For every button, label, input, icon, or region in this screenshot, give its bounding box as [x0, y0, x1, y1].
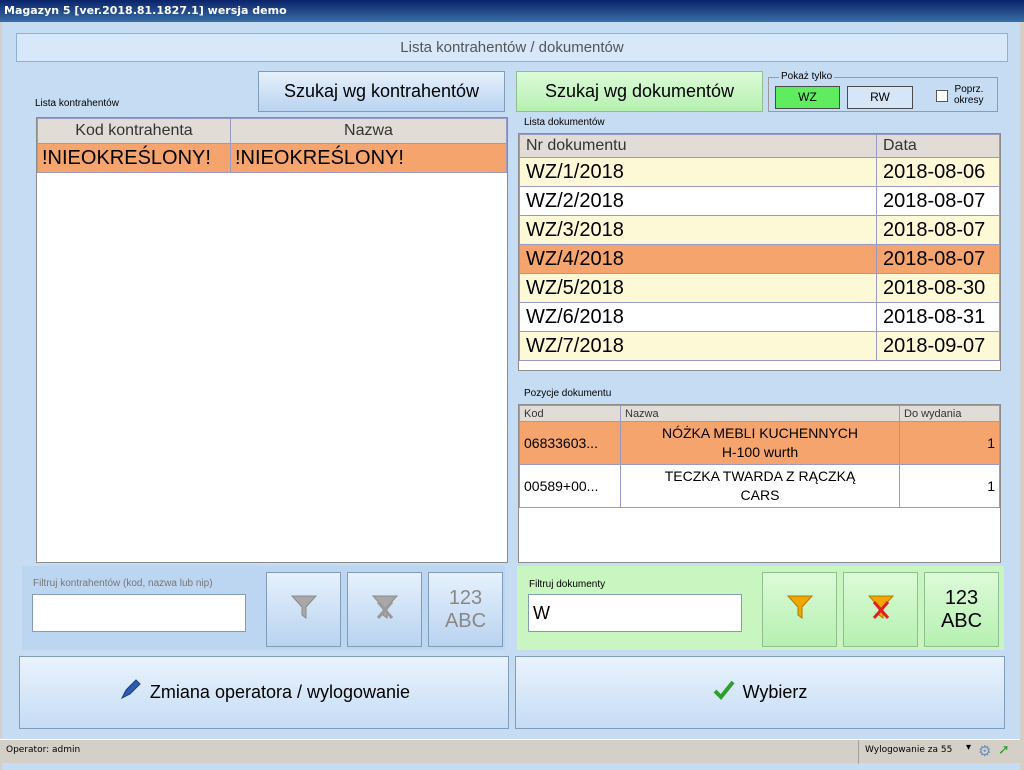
doc-date: 2018-08-30: [876, 273, 1000, 303]
table-row-selected[interactable]: 06833603... NÓŻKA MEBLI KUCHENNYCH H-100…: [519, 421, 1000, 465]
column-header-qty[interactable]: Do wydania: [899, 405, 1000, 422]
doc-number: WZ/3/2018: [519, 215, 877, 245]
status-divider: [858, 740, 859, 764]
keyboard-label-digits: 123: [448, 586, 483, 609]
column-header-date[interactable]: Data: [876, 134, 1000, 158]
pen-icon: [118, 678, 142, 707]
keyboard-label-letters: ABC: [940, 609, 983, 632]
position-code: 00589+00...: [519, 464, 621, 508]
position-name-line1: TECZKA TWARDA Z RĄCZKĄ: [664, 468, 856, 484]
page-title: Lista kontrahentów / dokumentów: [16, 33, 1008, 62]
table-row[interactable]: WZ/6/2018 2018-08-31: [519, 302, 1000, 332]
search-by-contractors-button[interactable]: Szukaj wg kontrahentów: [258, 71, 505, 112]
column-header-doc-number[interactable]: Nr dokumentu: [519, 134, 877, 158]
search-by-documents-button[interactable]: Szukaj wg dokumentów: [516, 71, 763, 112]
doc-number: WZ/6/2018: [519, 302, 877, 332]
position-qty: 1: [899, 421, 1000, 465]
position-name-line2: H-100 wurth: [721, 444, 799, 460]
previous-periods-label-line2: okresy: [954, 95, 984, 106]
checkmark-icon: [713, 679, 735, 706]
column-header-name[interactable]: Nazwa: [230, 118, 507, 144]
doc-date: 2018-08-07: [876, 215, 1000, 245]
status-logout-timer: Wylogowanie za 55: [865, 745, 953, 755]
documents-filter-input[interactable]: [528, 594, 742, 632]
funnel-icon: [289, 592, 319, 627]
position-qty: 1: [899, 464, 1000, 508]
apply-documents-filter-button[interactable]: [762, 572, 837, 647]
positions-label: Pozycje dokumentu: [524, 388, 612, 399]
exit-icon[interactable]: ➚: [998, 742, 1010, 758]
doc-date: 2018-08-31: [876, 302, 1000, 332]
clear-documents-filter-button[interactable]: [843, 572, 918, 647]
table-row[interactable]: WZ/2/2018 2018-08-07: [519, 186, 1000, 216]
position-name: NÓŻKA MEBLI KUCHENNYCH H-100 wurth: [620, 421, 900, 465]
doc-date: 2018-08-07: [876, 244, 1000, 274]
doc-number: WZ/7/2018: [519, 331, 877, 361]
table-row[interactable]: 00589+00... TECZKA TWARDA Z RĄCZKĄ CARS …: [519, 464, 1000, 508]
column-header-pos-code[interactable]: Kod: [519, 405, 621, 422]
previous-periods-label: Poprz. okresy: [954, 84, 983, 106]
table-row[interactable]: WZ/7/2018 2018-09-07: [519, 331, 1000, 361]
doc-number: WZ/5/2018: [519, 273, 877, 303]
change-operator-button[interactable]: Zmiana operatora / wylogowanie: [19, 656, 509, 729]
doc-number: WZ/1/2018: [519, 157, 877, 187]
documents-table: Nr dokumentu Data WZ/1/2018 2018-08-06 W…: [519, 134, 1000, 361]
column-header-code[interactable]: Kod kontrahenta: [37, 118, 231, 144]
dropdown-arrow-icon[interactable]: ▾: [966, 742, 971, 753]
contractors-table: Kod kontrahenta Nazwa !NIEOKREŚLONY! !NI…: [37, 118, 507, 173]
doc-number: WZ/2/2018: [519, 186, 877, 216]
documents-keyboard-button[interactable]: 123 ABC: [924, 572, 999, 647]
change-operator-label: Zmiana operatora / wylogowanie: [149, 682, 411, 702]
contractors-list[interactable]: Kod kontrahenta Nazwa !NIEOKREŚLONY! !NI…: [36, 117, 508, 563]
position-code: 06833603...: [519, 421, 621, 465]
positions-table: Kod Nazwa Do wydania 06833603... NÓŻKA M…: [519, 405, 1000, 508]
documents-filter-label: Filtruj dokumenty: [529, 579, 606, 590]
window-title: Magazyn 5 [ver.2018.81.1827.1] wersja de…: [0, 0, 1024, 22]
status-bar: Operator: admin Wylogowanie za 55 ▾ ⚙ ➚: [0, 739, 1020, 764]
previous-periods-checkbox[interactable]: [936, 90, 948, 102]
previous-periods-label-line1: Poprz.: [954, 84, 984, 95]
table-row-selected[interactable]: WZ/4/2018 2018-08-07: [519, 244, 1000, 274]
filter-wz-toggle[interactable]: WZ: [775, 86, 840, 109]
status-operator: Operator: admin: [6, 745, 81, 755]
table-row[interactable]: WZ/3/2018 2018-08-07: [519, 215, 1000, 245]
funnel-icon: [785, 592, 815, 627]
contractor-code: !NIEOKREŚLONY!: [37, 143, 231, 173]
contractor-name: !NIEOKREŚLONY!: [230, 143, 507, 173]
doc-date: 2018-08-06: [876, 157, 1000, 187]
select-label: Wybierz: [742, 682, 808, 702]
contractors-list-label: Lista kontrahentów: [35, 98, 119, 109]
table-row[interactable]: WZ/1/2018 2018-08-06: [519, 157, 1000, 187]
contractors-filter-input[interactable]: [32, 594, 246, 632]
documents-list[interactable]: Nr dokumentu Data WZ/1/2018 2018-08-06 W…: [518, 133, 1001, 371]
keyboard-label-digits: 123: [944, 586, 979, 609]
position-name-line2: CARS: [740, 487, 780, 503]
positions-list[interactable]: Kod Nazwa Do wydania 06833603... NÓŻKA M…: [518, 404, 1001, 563]
position-name: TECZKA TWARDA Z RĄCZKĄ CARS: [620, 464, 900, 508]
position-name-line1: NÓŻKA MEBLI KUCHENNYCH: [661, 425, 859, 441]
filter-rw-toggle[interactable]: RW: [847, 86, 913, 109]
table-row[interactable]: WZ/5/2018 2018-08-30: [519, 273, 1000, 303]
select-button[interactable]: Wybierz: [515, 656, 1005, 729]
contractors-filter-label: Filtruj kontrahentów (kod, nazwa lub nip…: [33, 578, 213, 589]
contractors-keyboard-button[interactable]: 123 ABC: [428, 572, 503, 647]
keyboard-label-letters: ABC: [444, 609, 487, 632]
table-row[interactable]: !NIEOKREŚLONY! !NIEOKREŚLONY!: [37, 143, 507, 173]
clear-filter-button[interactable]: [347, 572, 422, 647]
funnel-clear-icon: [370, 592, 400, 627]
column-header-pos-name[interactable]: Nazwa: [620, 405, 900, 422]
documents-list-label: Lista dokumentów: [524, 117, 605, 128]
apply-filter-button[interactable]: [266, 572, 341, 647]
doc-date: 2018-08-07: [876, 186, 1000, 216]
gear-icon[interactable]: ⚙: [978, 742, 991, 760]
funnel-clear-icon: [866, 592, 896, 627]
doc-number: WZ/4/2018: [519, 244, 877, 274]
show-only-label: Pokaż tylko: [779, 71, 835, 82]
doc-date: 2018-09-07: [876, 331, 1000, 361]
